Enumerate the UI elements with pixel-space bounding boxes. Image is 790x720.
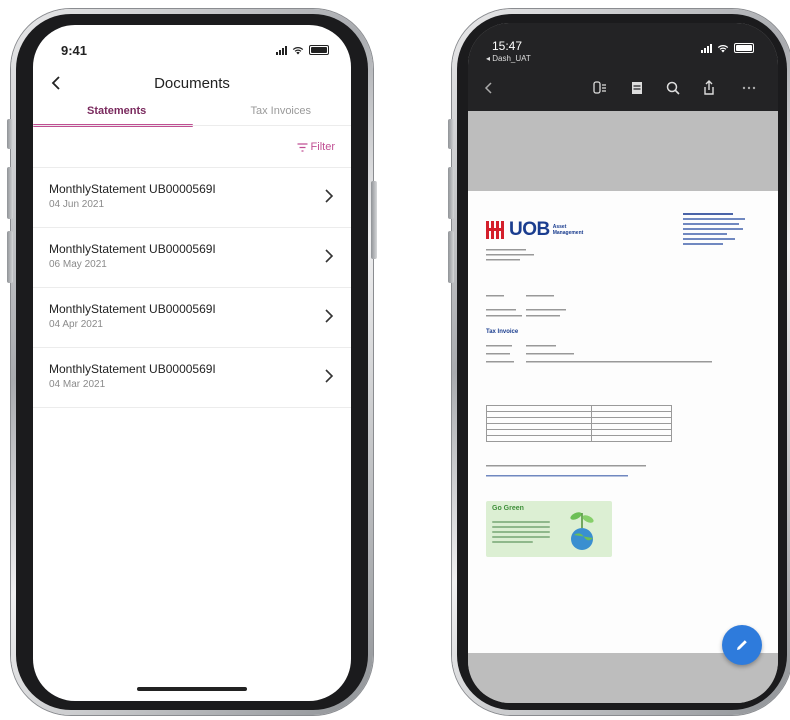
uob-logo-subtext: Asset Management	[552, 224, 584, 236]
charges-table	[486, 405, 672, 442]
list-item[interactable]: MonthlyStatement UB0000569I 04 Jun 2021	[33, 167, 351, 227]
phone-right: 15:47 ◂ Dash_UAT UOB Asset Management Ta…	[448, 9, 790, 715]
promo-text-lines	[492, 521, 550, 546]
list-item[interactable]: MonthlyStatement UB0000569I 04 Mar 2021	[33, 347, 351, 408]
battery-icon	[734, 43, 754, 53]
status-time: 9:41	[61, 43, 88, 58]
chevron-right-icon	[325, 189, 334, 203]
promo-title: Go Green	[492, 505, 524, 512]
more-icon[interactable]	[740, 79, 758, 97]
back-to-app-link[interactable]: ◂ Dash_UAT	[486, 54, 531, 63]
phone-left: 9:41 Documents Statements Tax Invoices F…	[7, 9, 377, 715]
viewer-toolbar	[468, 79, 778, 103]
pdf-viewer-screen: 15:47 ◂ Dash_UAT UOB Asset Management Ta…	[468, 23, 778, 703]
documents-screen: 9:41 Documents Statements Tax Invoices F…	[33, 25, 351, 701]
footnote-block	[486, 465, 646, 477]
volume-down-button	[448, 231, 454, 283]
chevron-right-icon	[325, 369, 334, 383]
list-item[interactable]: MonthlyStatement UB0000569I 06 May 2021	[33, 227, 351, 287]
battery-icon	[309, 45, 329, 55]
reader-icon[interactable]	[628, 79, 646, 97]
chevron-right-icon	[325, 309, 334, 323]
home-indicator[interactable]	[137, 687, 247, 691]
uob-logo: UOB Asset Management	[486, 219, 583, 241]
sender-address-block	[683, 213, 745, 245]
status-bar: 9:41	[33, 25, 351, 59]
signal-icon	[276, 45, 287, 55]
tab-statements[interactable]: Statements	[87, 105, 146, 117]
volume-up-button	[7, 167, 13, 219]
viewer-top-bar: 15:47 ◂ Dash_UAT	[468, 23, 778, 111]
filter-button[interactable]: Filter	[297, 141, 335, 153]
document-title: MonthlyStatement UB0000569I	[49, 242, 216, 256]
edit-fab-button[interactable]	[722, 625, 762, 665]
page-title: Documents	[154, 75, 230, 92]
document-title: MonthlyStatement UB0000569I	[49, 302, 216, 316]
pencil-icon	[737, 640, 747, 650]
invoice-details-block	[486, 345, 712, 363]
document-title: MonthlyStatement UB0000569I	[49, 362, 216, 376]
uob-logo-text: UOB	[509, 219, 550, 240]
document-date: 04 Apr 2021	[49, 319, 103, 330]
document-date: 04 Mar 2021	[49, 379, 106, 390]
account-details-block	[486, 295, 566, 317]
tabs-divider	[33, 125, 351, 126]
globe-plant-icon	[570, 512, 594, 550]
tab-tax-invoices[interactable]: Tax Invoices	[250, 105, 311, 117]
back-icon[interactable]	[480, 79, 498, 97]
mute-switch	[448, 119, 454, 149]
document-date: 04 Jun 2021	[49, 199, 105, 210]
status-icons	[276, 45, 329, 55]
pdf-page[interactable]: UOB Asset Management Tax Invoice Go Gree…	[468, 191, 778, 653]
wifi-icon	[292, 46, 304, 54]
go-green-banner: Go Green	[486, 501, 612, 557]
recipient-address-block	[486, 249, 534, 261]
mute-switch	[7, 119, 13, 149]
wifi-icon	[717, 44, 729, 52]
section-title: Tax Invoice	[486, 329, 519, 335]
document-title: MonthlyStatement UB0000569I	[49, 182, 216, 196]
nav-header: Documents	[33, 71, 351, 99]
status-icons	[701, 43, 754, 53]
filter-label: Filter	[310, 141, 335, 153]
search-icon[interactable]	[664, 79, 682, 97]
text-size-icon[interactable]	[590, 79, 608, 97]
side-button	[371, 181, 377, 259]
volume-up-button	[448, 167, 454, 219]
filter-icon	[297, 142, 308, 152]
status-time: 15:47	[492, 39, 523, 53]
chevron-right-icon	[325, 249, 334, 263]
share-icon[interactable]	[700, 79, 718, 97]
signal-icon	[701, 43, 712, 53]
uob-logo-mark	[486, 221, 504, 239]
volume-down-button	[7, 231, 13, 283]
list-item[interactable]: MonthlyStatement UB0000569I 04 Apr 2021	[33, 287, 351, 347]
document-list: MonthlyStatement UB0000569I 04 Jun 2021 …	[33, 167, 351, 408]
document-date: 06 May 2021	[49, 259, 107, 270]
